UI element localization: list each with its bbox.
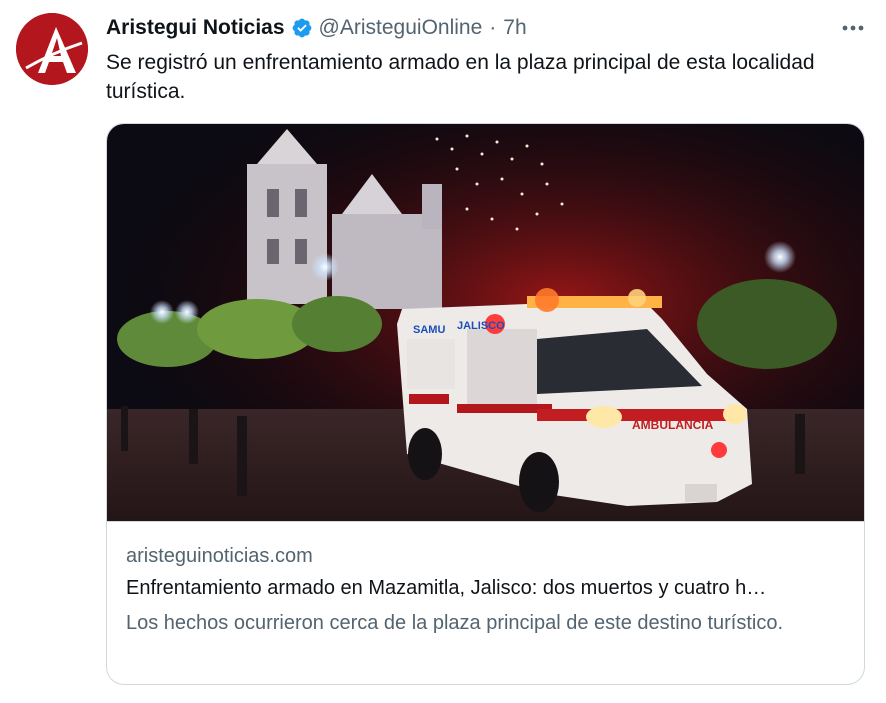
timestamp[interactable]: 7h [503,14,526,42]
more-options-icon[interactable] [838,14,868,42]
handle[interactable]: @AristeguiOnline [319,14,483,42]
card-title[interactable]: Enfrentamiento armado en Mazamitla, Jali… [126,575,846,601]
ambulance-jalisco-text: JALISCO [457,320,505,332]
tweet-text: Se registró un enfrentamiento armado en … [106,51,815,103]
ambulance-samu-text: SAMU [413,324,445,336]
card-image[interactable]: SAMU JALISCO AMBULANCIA [107,124,864,521]
display-name[interactable]: Aristegui Noticias [106,14,285,42]
aristegui-logo: A [16,13,88,85]
card-divider [107,521,864,522]
tweet-header: Aristegui Noticias @AristeguiOnline · 7h [106,14,527,42]
avatar[interactable]: A [16,13,88,85]
card-description: Los hechos ocurrieron cerca de la plaza … [126,612,784,634]
card-domain: aristeguinoticias.com [126,545,313,567]
ambulance-night-photo: SAMU JALISCO AMBULANCIA [107,124,864,521]
link-card[interactable]: SAMU JALISCO AMBULANCIA aristeguinoticia… [106,123,865,685]
verified-badge-icon [291,17,313,39]
ambulance-ambulancia-text: AMBULANCIA [632,418,714,432]
tweet[interactable]: A Aristegui Noticias @AristeguiOnline · … [0,0,886,703]
separator-dot: · [489,16,497,39]
